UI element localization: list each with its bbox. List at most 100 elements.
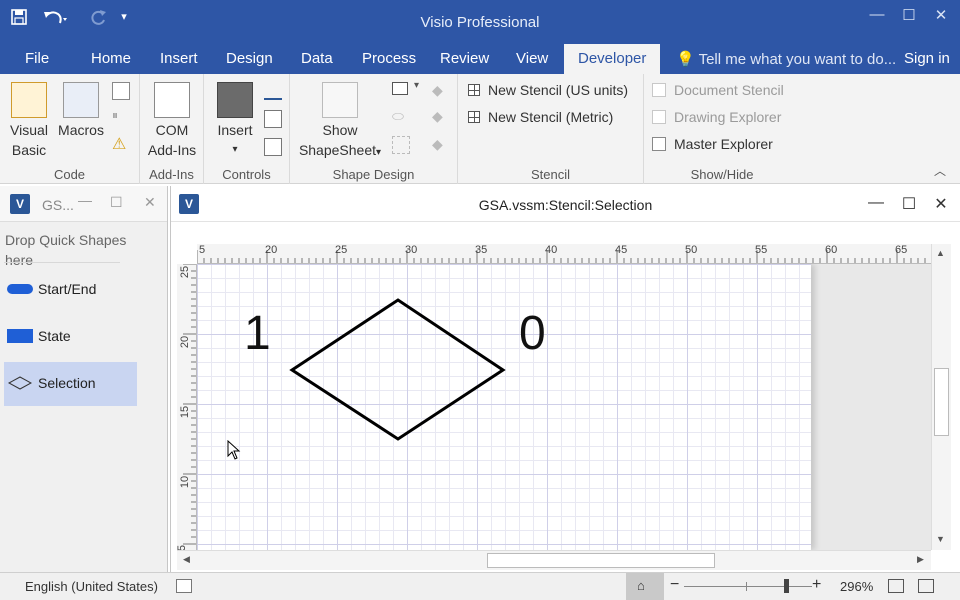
show-shapesheet-button[interactable]: Show ShapeSheet▾: [294, 82, 386, 163]
com-addins-button[interactable]: COM Add-Ins: [144, 82, 200, 160]
shapesheet-label-row: ShapeSheet▾: [294, 140, 386, 163]
properties-icon[interactable]: [264, 110, 282, 128]
stencil-item-label: Selection: [38, 375, 96, 391]
stencil-item-start-end[interactable]: Start/End: [4, 268, 137, 312]
zoom-slider-thumb[interactable]: [784, 579, 789, 593]
maximize-icon[interactable]: ☐: [897, 194, 921, 214]
protection-icon[interactable]: ◆: [432, 136, 450, 154]
scroll-down-icon[interactable]: ▼: [936, 534, 945, 544]
record-macro-icon[interactable]: [112, 82, 130, 100]
tell-me-box[interactable]: 💡 Tell me what you want to do...: [676, 50, 896, 68]
quick-shapes-drop-zone[interactable]: Drop Quick Shapes here: [5, 230, 155, 270]
tab-review[interactable]: Review: [440, 50, 489, 67]
tab-view[interactable]: View: [516, 50, 548, 67]
horizontal-scroll-thumb[interactable]: [487, 553, 715, 568]
app-title: Visio Professional: [420, 14, 540, 31]
rotate-shape-icon[interactable]: ◆: [432, 108, 450, 126]
drawing-explorer-checkbox[interactable]: Drawing Explorer: [652, 109, 781, 125]
zoom-out-icon[interactable]: −: [670, 576, 679, 594]
fit-page-icon[interactable]: [888, 579, 904, 593]
new-stencil-us-button[interactable]: New Stencil (US units): [468, 82, 628, 98]
close-icon[interactable]: ✕: [926, 6, 956, 28]
checkbox-icon: [652, 137, 666, 151]
mouse-cursor-icon: [227, 439, 241, 463]
master-explorer-checkbox[interactable]: Master Explorer: [652, 136, 773, 152]
shapesheet-label: ShapeSheet: [298, 142, 377, 158]
stencil-item-label: Start/End: [38, 281, 97, 297]
shape-label-false[interactable]: 0: [519, 306, 546, 361]
diamond-icon: [7, 376, 33, 393]
insert-control-button[interactable]: Insert ▾: [212, 82, 258, 160]
scroll-left-icon[interactable]: ◀: [183, 554, 190, 565]
rectangle-tool-icon[interactable]: [392, 82, 408, 95]
document-stencil-checkbox[interactable]: Document Stencil: [652, 82, 784, 98]
ruler-label: 50: [685, 244, 698, 256]
horizontal-scrollbar[interactable]: ◀ ▶: [177, 550, 931, 570]
group-code-label: Code: [53, 167, 86, 182]
ruler-label: 65: [895, 244, 908, 256]
scroll-up-icon[interactable]: ▲: [936, 248, 945, 258]
bring-forward-icon[interactable]: ◆: [432, 82, 450, 100]
stencil-item-state[interactable]: State: [4, 315, 137, 359]
macro-security-icon[interactable]: ⚠: [112, 134, 130, 153]
view-code-icon[interactable]: [264, 138, 282, 156]
group-shape-design: Show ShapeSheet▾ ▾ ⬭ ◆ ◆ ◆ Shape Design: [290, 74, 458, 184]
tab-developer[interactable]: Developer: [564, 44, 661, 74]
zoom-slider-center-mark: [746, 582, 747, 591]
minimize-icon[interactable]: —: [862, 6, 892, 28]
stencil-item-label: State: [38, 328, 71, 344]
com-label-1: COM: [155, 122, 189, 138]
tab-insert[interactable]: Insert: [160, 50, 198, 67]
macro-recording-icon[interactable]: [176, 579, 192, 593]
vertical-scroll-thumb[interactable]: [934, 368, 949, 436]
maximize-icon[interactable]: ☐: [894, 6, 924, 28]
group-controls: Insert ▾ Controls: [204, 74, 290, 184]
scroll-right-icon[interactable]: ▶: [917, 554, 924, 565]
pill-icon: [7, 284, 33, 294]
language-indicator[interactable]: English (United States): [25, 579, 158, 594]
selection-shape[interactable]: [197, 264, 811, 550]
zoom-slider-track[interactable]: [684, 586, 812, 587]
presentation-mode-button[interactable]: ⌂: [626, 573, 664, 600]
group-shape-icon[interactable]: [392, 136, 410, 154]
diamond-shape[interactable]: [289, 298, 506, 441]
vertical-scrollbar[interactable]: ▲ ▼: [931, 244, 951, 550]
ruler-label: 25: [179, 265, 192, 279]
ruler-label: 30: [405, 244, 418, 256]
shape-label-true[interactable]: 1: [244, 306, 271, 361]
close-icon[interactable]: ✕: [929, 194, 953, 214]
minimize-icon[interactable]: —: [864, 194, 888, 212]
macros-button[interactable]: Macros: [56, 82, 106, 140]
show-label: Show: [322, 122, 358, 138]
tab-home[interactable]: Home: [91, 50, 131, 67]
stencil-item-selection[interactable]: Selection: [4, 362, 137, 406]
zoom-level[interactable]: 296%: [840, 579, 873, 594]
visual-basic-label-2: Basic: [11, 142, 47, 158]
new-stencil-metric-button[interactable]: New Stencil (Metric): [468, 109, 613, 125]
pause-recording-icon[interactable]: ⏸: [112, 108, 130, 126]
macros-icon: [63, 82, 99, 118]
zoom-in-icon[interactable]: +: [812, 576, 821, 594]
rectangle-dropdown-icon[interactable]: ▾: [414, 80, 432, 98]
group-shape-design-label: Shape Design: [332, 167, 415, 182]
maximize-icon[interactable]: ☐: [110, 194, 123, 211]
close-icon[interactable]: ✕: [144, 194, 156, 211]
tab-data[interactable]: Data: [301, 50, 333, 67]
minimize-icon[interactable]: —: [78, 192, 92, 208]
ruler-label: 5: [199, 244, 206, 256]
tab-process[interactable]: Process: [362, 50, 416, 67]
tab-design[interactable]: Design: [226, 50, 273, 67]
group-code: Visual Basic Macros ⏸ ⚠ Code: [0, 74, 140, 184]
switch-windows-icon[interactable]: [918, 579, 934, 593]
drawing-canvas[interactable]: 1 0: [197, 264, 931, 550]
group-controls-label: Controls: [222, 167, 271, 182]
operations-icon[interactable]: ⬭: [392, 108, 410, 126]
ruler-label: 40: [545, 244, 558, 256]
visual-basic-button[interactable]: Visual Basic: [6, 82, 52, 160]
tab-file[interactable]: File: [25, 50, 49, 67]
collapse-ribbon-icon[interactable]: ︿: [934, 162, 946, 179]
status-bar: English (United States) ⌂ − + 296%: [0, 572, 960, 600]
design-mode-icon[interactable]: [264, 82, 282, 100]
insert-dropdown-icon: ▾: [232, 144, 238, 155]
sign-in-link[interactable]: Sign in: [904, 50, 950, 67]
